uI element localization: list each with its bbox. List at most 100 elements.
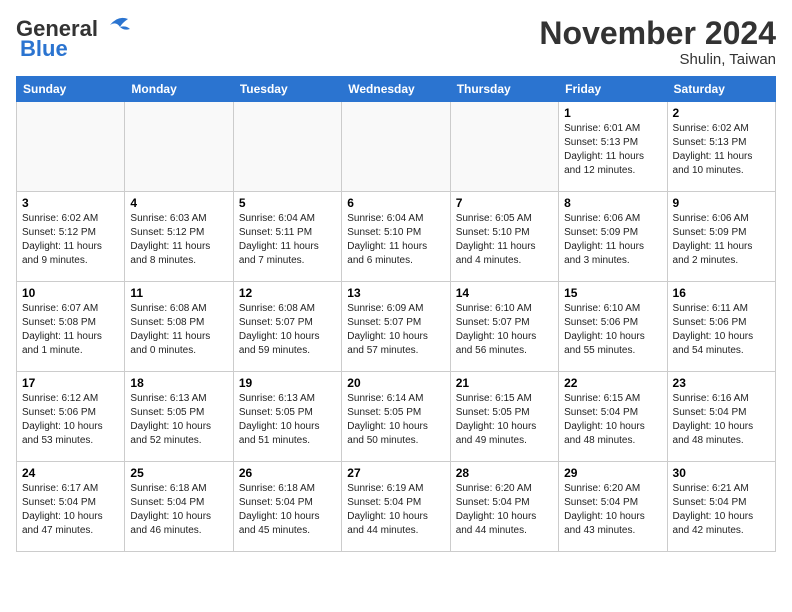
day-number: 5	[239, 196, 336, 210]
day-info: Sunrise: 6:03 AM Sunset: 5:12 PM Dayligh…	[130, 212, 227, 268]
day-info: Sunrise: 6:04 AM Sunset: 5:11 PM Dayligh…	[239, 212, 336, 268]
weekday-header-friday: Friday	[559, 77, 667, 102]
calendar-cell: 24Sunrise: 6:17 AM Sunset: 5:04 PM Dayli…	[17, 462, 125, 552]
month-title: November 2024	[539, 16, 776, 51]
week-row-2: 3 Sunrise: 6:02 AM Sunset: 5:12 PM Daylig…	[17, 192, 776, 282]
day-number: 17	[22, 376, 119, 390]
calendar-cell: 9 Sunrise: 6:06 AM Sunset: 5:09 PM Daylig…	[667, 192, 775, 282]
day-info: Sunrise: 6:17 AM Sunset: 5:04 PM Dayligh…	[22, 482, 119, 538]
weekday-header-wednesday: Wednesday	[342, 77, 450, 102]
calendar-cell: 16 Sunrise: 6:11 AM Sunset: 5:06 PM Dayli…	[667, 282, 775, 372]
calendar-cell: 13 Sunrise: 6:09 AM Sunset: 5:07 PM Dayli…	[342, 282, 450, 372]
calendar-cell: 15 Sunrise: 6:10 AM Sunset: 5:06 PM Dayli…	[559, 282, 667, 372]
week-row-3: 10 Sunrise: 6:07 AM Sunset: 5:08 PM Dayli…	[17, 282, 776, 372]
calendar-cell: 1 Sunrise: 6:01 AM Sunset: 5:13 PM Daylig…	[559, 102, 667, 192]
calendar-cell: 18Sunrise: 6:13 AM Sunset: 5:05 PM Dayli…	[125, 372, 233, 462]
day-info: Sunrise: 6:10 AM Sunset: 5:06 PM Dayligh…	[564, 302, 661, 358]
calendar-cell: 3 Sunrise: 6:02 AM Sunset: 5:12 PM Daylig…	[17, 192, 125, 282]
day-number: 11	[130, 286, 227, 300]
calendar-cell: 4 Sunrise: 6:03 AM Sunset: 5:12 PM Daylig…	[125, 192, 233, 282]
day-number: 14	[456, 286, 553, 300]
day-number: 9	[673, 196, 770, 210]
day-info: Sunrise: 6:18 AM Sunset: 5:04 PM Dayligh…	[239, 482, 336, 538]
calendar-cell: 29 Sunrise: 6:20 AM Sunset: 5:04 PM Dayli…	[559, 462, 667, 552]
day-info: Sunrise: 6:04 AM Sunset: 5:10 PM Dayligh…	[347, 212, 444, 268]
day-info: Sunrise: 6:13 AM Sunset: 5:05 PM Dayligh…	[239, 392, 336, 448]
calendar-cell: 2Sunrise: 6:02 AM Sunset: 5:13 PM Daylig…	[667, 102, 775, 192]
calendar-cell: 6Sunrise: 6:04 AM Sunset: 5:10 PM Daylig…	[342, 192, 450, 282]
day-number: 21	[456, 376, 553, 390]
day-info: Sunrise: 6:20 AM Sunset: 5:04 PM Dayligh…	[564, 482, 661, 538]
day-info: Sunrise: 6:08 AM Sunset: 5:08 PM Dayligh…	[130, 302, 227, 358]
logo-blue-text: Blue	[20, 36, 68, 62]
calendar-cell	[342, 102, 450, 192]
calendar-cell	[450, 102, 558, 192]
calendar-cell: 5 Sunrise: 6:04 AM Sunset: 5:11 PM Daylig…	[233, 192, 341, 282]
day-info: Sunrise: 6:06 AM Sunset: 5:09 PM Dayligh…	[564, 212, 661, 268]
day-number: 10	[22, 286, 119, 300]
day-number: 29	[564, 466, 661, 480]
day-info: Sunrise: 6:05 AM Sunset: 5:10 PM Dayligh…	[456, 212, 553, 268]
calendar-cell	[233, 102, 341, 192]
calendar-cell: 23 Sunrise: 6:16 AM Sunset: 5:04 PM Dayli…	[667, 372, 775, 462]
calendar-cell: 17 Sunrise: 6:12 AM Sunset: 5:06 PM Dayli…	[17, 372, 125, 462]
calendar-cell: 19 Sunrise: 6:13 AM Sunset: 5:05 PM Dayli…	[233, 372, 341, 462]
day-info: Sunrise: 6:02 AM Sunset: 5:13 PM Dayligh…	[673, 122, 770, 178]
logo-bird-icon	[100, 13, 138, 37]
week-row-4: 17 Sunrise: 6:12 AM Sunset: 5:06 PM Dayli…	[17, 372, 776, 462]
day-number: 1	[564, 106, 661, 120]
week-row-1: 1 Sunrise: 6:01 AM Sunset: 5:13 PM Daylig…	[17, 102, 776, 192]
day-number: 26	[239, 466, 336, 480]
calendar-cell	[17, 102, 125, 192]
day-number: 13	[347, 286, 444, 300]
weekday-header-thursday: Thursday	[450, 77, 558, 102]
day-info: Sunrise: 6:19 AM Sunset: 5:04 PM Dayligh…	[347, 482, 444, 538]
day-number: 8	[564, 196, 661, 210]
day-number: 15	[564, 286, 661, 300]
day-number: 16	[673, 286, 770, 300]
day-info: Sunrise: 6:06 AM Sunset: 5:09 PM Dayligh…	[673, 212, 770, 268]
day-info: Sunrise: 6:16 AM Sunset: 5:04 PM Dayligh…	[673, 392, 770, 448]
calendar-cell: 21 Sunrise: 6:15 AM Sunset: 5:05 PM Dayli…	[450, 372, 558, 462]
day-info: Sunrise: 6:20 AM Sunset: 5:04 PM Dayligh…	[456, 482, 553, 538]
day-number: 19	[239, 376, 336, 390]
day-info: Sunrise: 6:09 AM Sunset: 5:07 PM Dayligh…	[347, 302, 444, 358]
day-number: 18	[130, 376, 227, 390]
weekday-header-monday: Monday	[125, 77, 233, 102]
calendar-cell	[125, 102, 233, 192]
day-number: 23	[673, 376, 770, 390]
day-info: Sunrise: 6:01 AM Sunset: 5:13 PM Dayligh…	[564, 122, 661, 178]
day-number: 4	[130, 196, 227, 210]
day-number: 3	[22, 196, 119, 210]
day-number: 7	[456, 196, 553, 210]
day-number: 27	[347, 466, 444, 480]
page-header: General Blue November 2024 Shulin, Taiwa…	[16, 16, 776, 68]
title-block: November 2024 Shulin, Taiwan	[539, 16, 776, 68]
weekday-header-sunday: Sunday	[17, 77, 125, 102]
day-number: 22	[564, 376, 661, 390]
day-info: Sunrise: 6:18 AM Sunset: 5:04 PM Dayligh…	[130, 482, 227, 538]
day-number: 28	[456, 466, 553, 480]
day-info: Sunrise: 6:15 AM Sunset: 5:05 PM Dayligh…	[456, 392, 553, 448]
calendar-body: 1 Sunrise: 6:01 AM Sunset: 5:13 PM Daylig…	[17, 102, 776, 552]
logo: General Blue	[16, 16, 138, 62]
calendar-cell: 10 Sunrise: 6:07 AM Sunset: 5:08 PM Dayli…	[17, 282, 125, 372]
calendar-table: SundayMondayTuesdayWednesdayThursdayFrid…	[16, 76, 776, 552]
day-info: Sunrise: 6:08 AM Sunset: 5:07 PM Dayligh…	[239, 302, 336, 358]
calendar-cell: 12 Sunrise: 6:08 AM Sunset: 5:07 PM Dayli…	[233, 282, 341, 372]
day-number: 25	[130, 466, 227, 480]
calendar-cell: 27 Sunrise: 6:19 AM Sunset: 5:04 PM Dayli…	[342, 462, 450, 552]
calendar-cell: 7 Sunrise: 6:05 AM Sunset: 5:10 PM Daylig…	[450, 192, 558, 282]
day-info: Sunrise: 6:11 AM Sunset: 5:06 PM Dayligh…	[673, 302, 770, 358]
location: Shulin, Taiwan	[539, 51, 776, 68]
day-info: Sunrise: 6:12 AM Sunset: 5:06 PM Dayligh…	[22, 392, 119, 448]
weekday-header-row: SundayMondayTuesdayWednesdayThursdayFrid…	[17, 77, 776, 102]
calendar-cell: 20Sunrise: 6:14 AM Sunset: 5:05 PM Dayli…	[342, 372, 450, 462]
calendar-cell: 14 Sunrise: 6:10 AM Sunset: 5:07 PM Dayli…	[450, 282, 558, 372]
day-info: Sunrise: 6:02 AM Sunset: 5:12 PM Dayligh…	[22, 212, 119, 268]
day-info: Sunrise: 6:07 AM Sunset: 5:08 PM Dayligh…	[22, 302, 119, 358]
week-row-5: 24Sunrise: 6:17 AM Sunset: 5:04 PM Dayli…	[17, 462, 776, 552]
day-number: 12	[239, 286, 336, 300]
day-info: Sunrise: 6:10 AM Sunset: 5:07 PM Dayligh…	[456, 302, 553, 358]
day-number: 20	[347, 376, 444, 390]
